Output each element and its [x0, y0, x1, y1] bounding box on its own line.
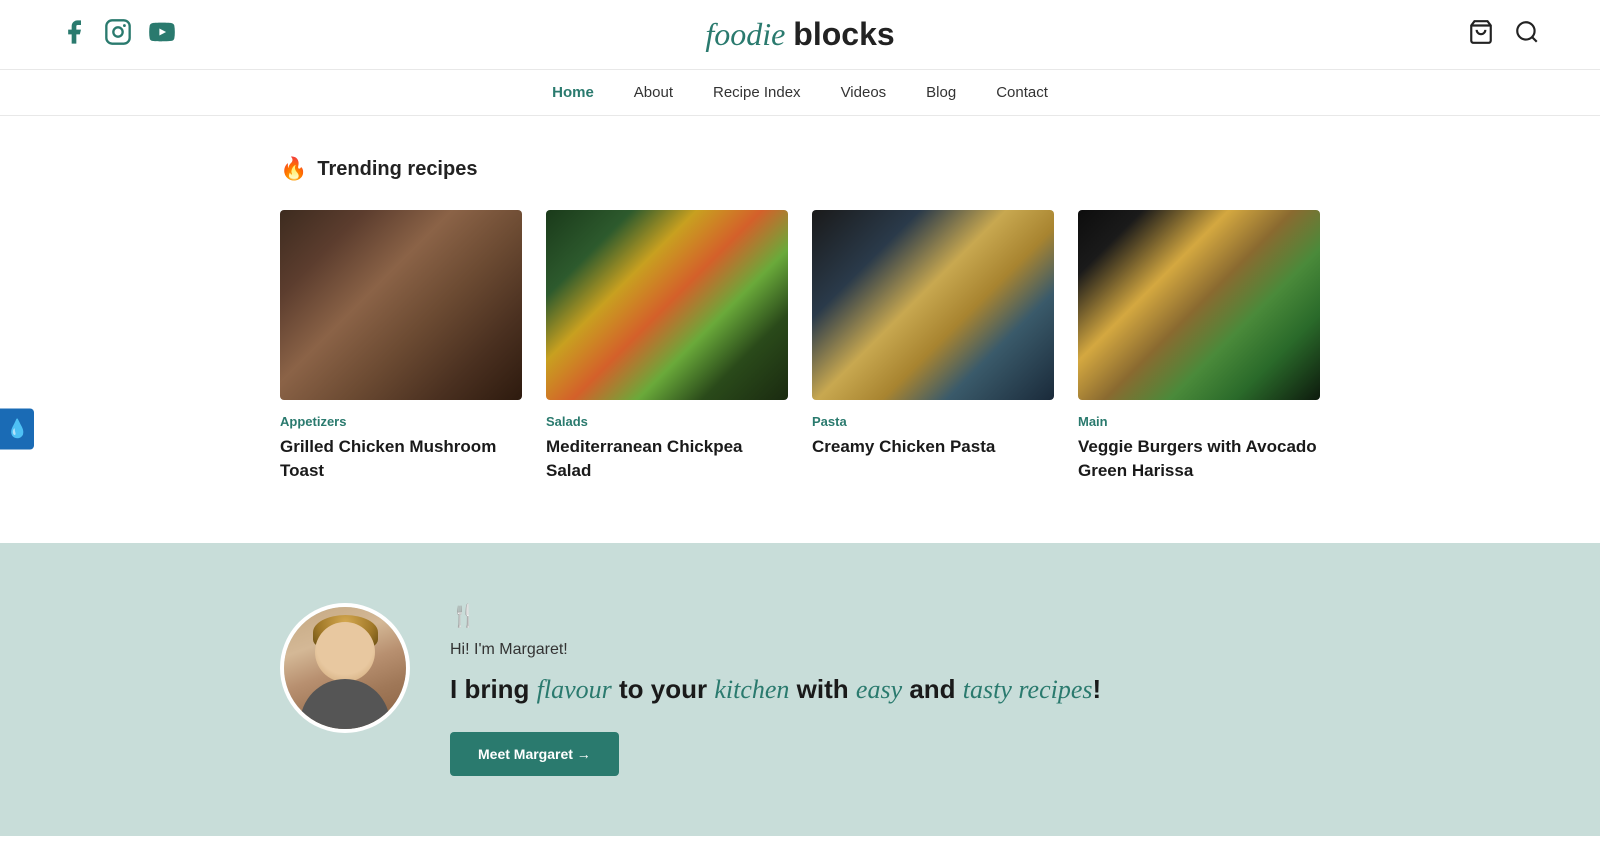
- about-section: 🍴 Hi! I'm Margaret! I bring flavour to y…: [0, 543, 1600, 836]
- tagline-plain2b: to your: [619, 674, 707, 704]
- recipe-title: Veggie Burgers with Avocado Green Hariss…: [1078, 435, 1320, 483]
- recipe-image: [1078, 210, 1320, 400]
- avatar-face: [315, 622, 375, 682]
- section-heading: 🔥 Trending recipes: [280, 156, 1320, 182]
- main-nav: Home About Recipe Index Videos Blog Cont…: [0, 69, 1600, 116]
- tagline-italic1: flavour: [537, 675, 612, 704]
- site-logo[interactable]: foodie blocks: [705, 16, 894, 53]
- instagram-icon: [104, 18, 132, 46]
- recipe-title: Grilled Chicken Mushroom Toast: [280, 435, 522, 483]
- site-header: foodie blocks: [0, 0, 1600, 69]
- avatar: [280, 603, 410, 733]
- nav-recipe-index[interactable]: Recipe Index: [713, 84, 801, 101]
- nav-videos[interactable]: Videos: [841, 84, 887, 101]
- logo-blocks-text: blocks: [793, 16, 894, 52]
- tagline-plain1: I bring: [450, 674, 529, 704]
- recipe-card[interactable]: Appetizers Grilled Chicken Mushroom Toas…: [280, 210, 522, 483]
- meet-margaret-button[interactable]: Meet Margaret →: [450, 732, 619, 776]
- search-icon: [1514, 19, 1540, 45]
- nav-about[interactable]: About: [634, 84, 673, 101]
- side-widget[interactable]: 💧: [0, 409, 34, 450]
- cart-link[interactable]: [1468, 19, 1494, 50]
- logo-foodie-text: foodie: [705, 16, 785, 52]
- tagline-end: !: [1093, 674, 1102, 704]
- cart-icon: [1468, 19, 1494, 45]
- youtube-icon: [148, 18, 176, 46]
- tagline-plain4: and: [909, 674, 962, 704]
- instagram-link[interactable]: [104, 18, 132, 51]
- tagline-italic2: kitchen: [714, 675, 789, 704]
- social-links: [60, 18, 176, 51]
- facebook-link[interactable]: [60, 18, 88, 51]
- tagline-italic3: easy: [856, 675, 902, 704]
- flame-icon: 🔥: [280, 156, 307, 182]
- about-tagline: I bring flavour to your kitchen with eas…: [450, 671, 1320, 708]
- trending-section: 🔥 Trending recipes Appetizers Grilled Ch…: [0, 116, 1600, 523]
- nav-contact[interactable]: Contact: [996, 84, 1048, 101]
- facebook-icon: [60, 18, 88, 46]
- recipe-title: Creamy Chicken Pasta: [812, 435, 1054, 459]
- recipe-title: Mediterranean Chickpea Salad: [546, 435, 788, 483]
- recipe-category: Salads: [546, 414, 788, 429]
- widget-icon: 💧: [6, 419, 28, 439]
- about-content: 🍴 Hi! I'm Margaret! I bring flavour to y…: [450, 603, 1320, 776]
- recipe-category: Appetizers: [280, 414, 522, 429]
- tagline-plain3b: with: [797, 674, 849, 704]
- recipe-card[interactable]: Main Veggie Burgers with Avocado Green H…: [1078, 210, 1320, 483]
- tagline-italic4: tasty recipes: [963, 675, 1093, 704]
- recipe-image: [546, 210, 788, 400]
- recipe-image: [280, 210, 522, 400]
- nav-blog[interactable]: Blog: [926, 84, 956, 101]
- recipe-category: Main: [1078, 414, 1320, 429]
- avatar-body: [300, 679, 390, 729]
- recipe-grid: Appetizers Grilled Chicken Mushroom Toas…: [280, 210, 1320, 483]
- about-greeting: Hi! I'm Margaret!: [450, 641, 1320, 659]
- utensils-icon: 🍴: [450, 603, 1320, 629]
- recipe-card[interactable]: Pasta Creamy Chicken Pasta: [812, 210, 1054, 483]
- trending-heading: Trending recipes: [317, 158, 477, 181]
- nav-home[interactable]: Home: [552, 84, 594, 101]
- header-actions: [1468, 19, 1540, 50]
- search-link[interactable]: [1514, 19, 1540, 50]
- recipe-image: [812, 210, 1054, 400]
- recipe-card[interactable]: Salads Mediterranean Chickpea Salad: [546, 210, 788, 483]
- recipe-category: Pasta: [812, 414, 1054, 429]
- youtube-link[interactable]: [148, 18, 176, 51]
